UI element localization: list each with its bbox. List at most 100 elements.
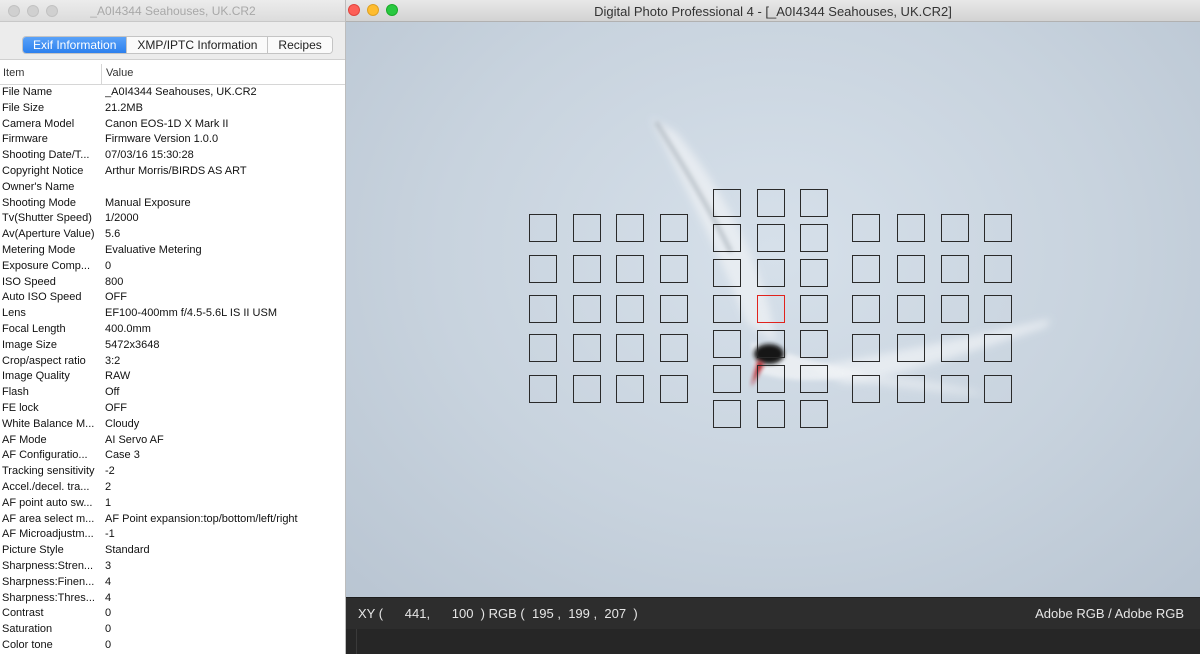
bottom-toolbar (346, 629, 1200, 654)
b-value: 207 (604, 606, 627, 621)
table-row[interactable]: Sharpness:Finen... 4 (0, 575, 345, 591)
table-row[interactable]: AF Configuratio... Case 3 (0, 448, 345, 464)
tab-exif-information[interactable]: Exif Information (23, 37, 127, 53)
table-row[interactable]: Exposure Comp... 0 (0, 259, 345, 275)
table-row[interactable]: AF Mode AI Servo AF (0, 433, 345, 449)
af-point (660, 295, 688, 323)
table-row[interactable]: Accel./decel. tra... 2 (0, 480, 345, 496)
table-row[interactable]: Image Quality RAW (0, 369, 345, 385)
af-point (984, 375, 1012, 403)
row-value: 400.0mm (105, 322, 151, 335)
color-space-label: Adobe RGB / Adobe RGB (1035, 606, 1184, 621)
y-value: 100 (451, 606, 474, 621)
row-item-label: Sharpness:Stren... (2, 559, 94, 572)
table-row[interactable]: AF Microadjustm... -1 (0, 527, 345, 543)
row-item-label: Av(Aperture Value) (2, 228, 95, 241)
image-viewer[interactable] (346, 22, 1200, 597)
tab-recipes[interactable]: Recipes (267, 37, 332, 53)
table-row[interactable]: Metering Mode Evaluative Metering (0, 243, 345, 259)
af-point (573, 375, 601, 403)
row-value: 07/03/16 15:30:28 (105, 149, 194, 162)
pixel-readout: XY ( 441, 100 ) RGB ( 195 , 199 , 207 ) (358, 606, 638, 621)
tab-xmp-iptc-information[interactable]: XMP/IPTC Information (126, 37, 268, 53)
af-point (800, 259, 828, 287)
row-item-label: Tv(Shutter Speed) (2, 212, 92, 225)
af-point (616, 334, 644, 362)
af-point (852, 255, 880, 283)
table-row[interactable]: Sharpness:Thres... 4 (0, 591, 345, 607)
row-value: EF100-400mm f/4.5-5.6L IS II USM (105, 307, 277, 320)
table-row[interactable]: Firmware Firmware Version 1.0.0 (0, 132, 345, 148)
r-value: 195 (532, 606, 554, 621)
column-header-item[interactable]: Item (3, 67, 24, 79)
info-window-title: _A0I4344 Seahouses, UK.CR2 (90, 4, 256, 18)
column-divider[interactable] (101, 64, 102, 85)
af-point (757, 400, 785, 428)
row-item-label: Flash (2, 386, 29, 399)
row-value: 1 (105, 496, 112, 509)
table-row[interactable]: Shooting Mode Manual Exposure (0, 196, 345, 212)
row-item-label: Owner's Name (2, 180, 75, 193)
table-row[interactable]: Image Size 5472x3648 (0, 338, 345, 354)
row-value: Canon EOS-1D X Mark II (105, 117, 229, 130)
af-point (984, 255, 1012, 283)
table-row[interactable]: Crop/aspect ratio 3:2 (0, 354, 345, 370)
table-row[interactable]: Tracking sensitivity -2 (0, 464, 345, 480)
table-row[interactable]: AF point auto sw... 1 (0, 496, 345, 512)
row-item-label: File Name (2, 86, 53, 98)
af-point (616, 295, 644, 323)
af-point (616, 214, 644, 242)
row-value: 3 (105, 559, 112, 572)
table-row[interactable]: White Balance M... Cloudy (0, 417, 345, 433)
table-row[interactable]: Focal Length 400.0mm (0, 322, 345, 338)
column-header-value[interactable]: Value (106, 67, 133, 79)
af-point (897, 334, 925, 362)
x-value: 441 (404, 606, 427, 621)
row-value: Arthur Morris/BIRDS AS ART (105, 164, 247, 177)
af-point (800, 330, 828, 358)
af-point (984, 214, 1012, 242)
table-row[interactable]: Flash Off (0, 385, 345, 401)
af-point (529, 295, 557, 323)
table-row[interactable]: Camera Model Canon EOS-1D X Mark II (0, 117, 345, 133)
table-row[interactable]: File Name _A0I4344 Seahouses, UK.CR2 (0, 85, 345, 101)
table-row[interactable]: Sharpness:Stren... 3 (0, 559, 345, 575)
row-value: 5472x3648 (105, 338, 160, 351)
table-row[interactable]: File Size 21.2MB (0, 101, 345, 117)
info-window: _A0I4344 Seahouses, UK.CR2 Exif Informat… (0, 0, 346, 654)
table-row[interactable]: FE lock OFF (0, 401, 345, 417)
table-row[interactable]: Contrast 0 (0, 606, 345, 622)
table-row[interactable]: Tv(Shutter Speed) 1/2000 (0, 211, 345, 227)
row-item-label: ISO Speed (2, 275, 56, 288)
row-item-label: Image Size (2, 338, 58, 351)
row-value: 4 (105, 591, 112, 604)
table-row[interactable]: Copyright Notice Arthur Morris/BIRDS AS A… (0, 164, 345, 180)
af-point (713, 259, 741, 287)
table-row[interactable]: Lens EF100-400mm f/4.5-5.6L IS II USM (0, 306, 345, 322)
af-point (529, 375, 557, 403)
af-point (573, 214, 601, 242)
row-item-label: Picture Style (2, 544, 64, 557)
row-item-label: Color tone (2, 638, 53, 651)
af-point (941, 255, 969, 283)
row-item-label: AF Mode (2, 433, 47, 446)
row-item-label: Auto ISO Speed (2, 291, 82, 304)
table-row[interactable]: Av(Aperture Value) 5.6 (0, 227, 345, 243)
row-item-label: Crop/aspect ratio (2, 354, 86, 367)
row-value: 1/2000 (105, 212, 139, 225)
af-point (660, 255, 688, 283)
row-value: Cloudy (105, 417, 140, 430)
row-value: 0 (105, 623, 112, 636)
af-point (713, 400, 741, 428)
row-value: OFF (105, 291, 127, 304)
table-row[interactable]: Saturation 0 (0, 622, 345, 638)
table-row[interactable]: ISO Speed 800 (0, 275, 345, 291)
row-item-label: Camera Model (2, 117, 75, 130)
table-row[interactable]: Color tone 0 (0, 638, 345, 654)
table-row[interactable]: Auto ISO Speed OFF (0, 290, 345, 306)
af-point (897, 295, 925, 323)
table-row[interactable]: Owner's Name (0, 180, 345, 196)
table-row[interactable]: AF area select m... AF Point expansion:to… (0, 512, 345, 528)
table-row[interactable]: Picture Style Standard (0, 543, 345, 559)
table-row[interactable]: Shooting Date/T... 07/03/16 15:30:28 (0, 148, 345, 164)
